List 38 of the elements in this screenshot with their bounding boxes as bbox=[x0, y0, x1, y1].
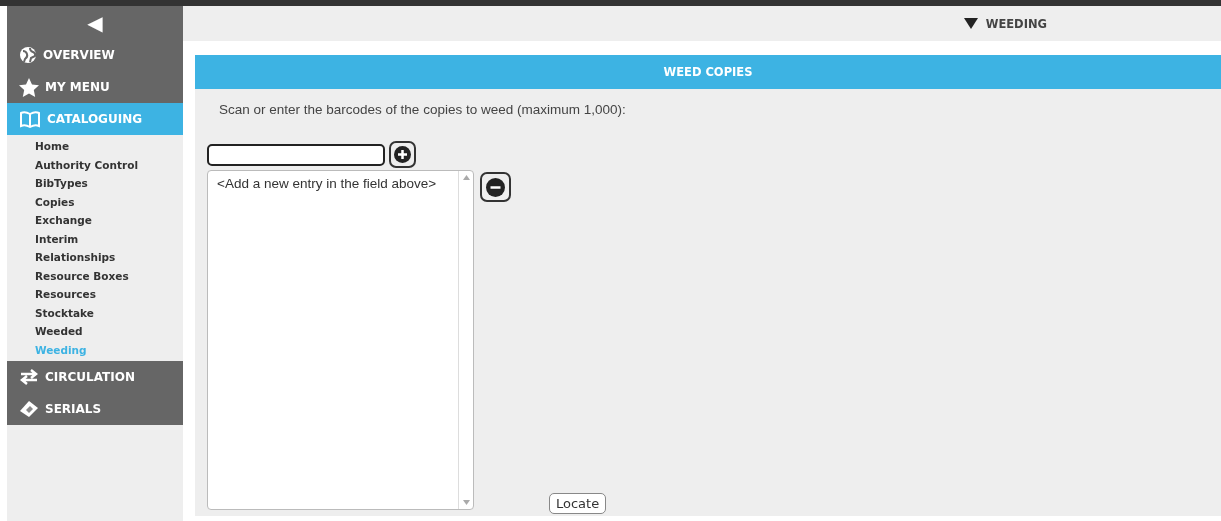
collapse-button[interactable]: ◀ bbox=[7, 6, 183, 39]
nav-section[interactable]: OVERVIEW bbox=[7, 39, 183, 71]
plus-circle-icon bbox=[394, 146, 411, 163]
instruction-text: Scan or enter the barcodes of the copies to weed (maximum 1,000): bbox=[219, 102, 627, 117]
nav-section[interactable]: MY MENU bbox=[7, 71, 183, 103]
nav-link[interactable]: Copies bbox=[35, 192, 183, 211]
book-icon bbox=[19, 110, 41, 128]
nav-link[interactable]: Relationships bbox=[35, 248, 183, 267]
breadcrumb: WEEDING bbox=[985, 16, 1047, 31]
swap-arrows-icon bbox=[19, 368, 39, 386]
nav-link[interactable]: Resources bbox=[35, 285, 183, 304]
barcode-input-field[interactable] bbox=[207, 143, 385, 166]
nav-link[interactable]: Stocktake bbox=[35, 303, 183, 322]
caret-down-icon bbox=[963, 18, 978, 29]
panel-header: WEED COPIES bbox=[195, 55, 1221, 89]
ticket-icon bbox=[19, 400, 39, 418]
list-entry[interactable]: <Add a new entry in the field above> bbox=[217, 176, 449, 191]
nav-section-label: CATALOGUING bbox=[47, 112, 143, 126]
nav-section-label: OVERVIEW bbox=[43, 48, 115, 62]
nav-link[interactable]: Resource Boxes bbox=[35, 266, 183, 285]
nav-link[interactable]: Weeded bbox=[35, 322, 183, 341]
remove-button[interactable] bbox=[480, 172, 511, 202]
nav-section-label: CIRCULATION bbox=[45, 370, 135, 384]
nav-link[interactable]: Exchange bbox=[35, 211, 183, 230]
add-button[interactable] bbox=[389, 141, 416, 168]
nav-section-label: SERIALS bbox=[45, 402, 102, 416]
nav-section[interactable]: SERIALS bbox=[7, 393, 183, 425]
nav-section[interactable]: CIRCULATION bbox=[7, 361, 183, 393]
barcode-list[interactable]: <Add a new entry in the field above> bbox=[207, 170, 474, 510]
globe-icon bbox=[19, 46, 37, 64]
nav-section-label: MY MENU bbox=[45, 80, 110, 94]
nav-link[interactable]: Interim bbox=[35, 229, 183, 248]
nav-link[interactable]: Authority Control bbox=[35, 155, 183, 174]
minus-circle-icon bbox=[486, 177, 505, 197]
nav-link[interactable]: BibTypes bbox=[35, 174, 183, 193]
locate-button[interactable]: Locate bbox=[549, 493, 607, 514]
nav-link[interactable]: Home bbox=[35, 137, 183, 156]
star-icon bbox=[19, 77, 39, 97]
